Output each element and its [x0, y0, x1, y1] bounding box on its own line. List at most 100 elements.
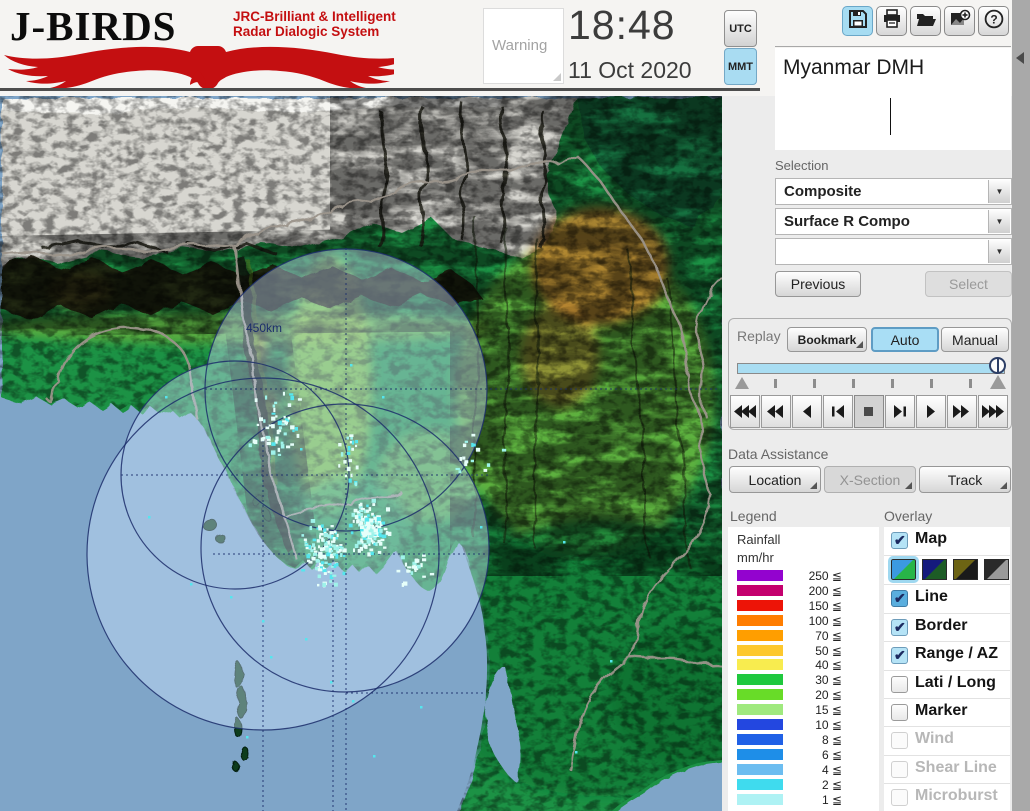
- overlay-label: Overlay: [884, 508, 933, 524]
- warning-label: Warning: [492, 37, 548, 54]
- overlay-item-border: ✔ Border: [884, 612, 1010, 642]
- previous-button[interactable]: Previous: [775, 271, 861, 297]
- open-folder-button[interactable]: [910, 6, 941, 36]
- add-image-button[interactable]: [944, 6, 975, 36]
- site-name: Myanmar DMH: [783, 56, 925, 79]
- product-option-dropdown[interactable]: ▼: [775, 238, 1012, 265]
- check-icon: ✔: [894, 532, 906, 548]
- overlay-item-map: ✔ Map: [884, 527, 1010, 555]
- legend-row: 100 ≦: [728, 614, 879, 629]
- track-button[interactable]: Track: [919, 466, 1011, 493]
- x-section-button[interactable]: X-Section: [824, 466, 916, 493]
- overlay-item-label: Shear Line: [915, 758, 997, 776]
- print-button[interactable]: [876, 6, 907, 36]
- legend-value: 2 ≦: [821, 777, 842, 792]
- product-type-dropdown[interactable]: Composite ▼: [775, 178, 1012, 205]
- slider-end-marker-icon[interactable]: [990, 375, 1006, 389]
- map-style-swatch-2[interactable]: [922, 559, 947, 581]
- slider-start-marker-icon[interactable]: [735, 377, 749, 389]
- menu-corner-icon: [905, 482, 912, 489]
- legend-value: 8 ≦: [821, 732, 842, 747]
- manual-mode-button[interactable]: Manual: [941, 327, 1009, 352]
- map-style-row: [884, 555, 1010, 584]
- help-button[interactable]: ?: [978, 6, 1009, 36]
- legend-color-swatch: [737, 584, 783, 596]
- menu-corner-icon: [1000, 482, 1007, 489]
- slider-tick: [852, 379, 855, 388]
- play-forward-button[interactable]: [916, 395, 946, 428]
- checkbox-border[interactable]: ✔: [891, 618, 908, 636]
- add-image-icon: [949, 9, 971, 34]
- slider-tick: [891, 379, 894, 388]
- overlay-item-lati-long: Lati / Long: [884, 669, 1010, 699]
- legend-value: 6 ≦: [821, 747, 842, 762]
- legend-row: 30 ≦: [728, 673, 879, 688]
- save-icon: [848, 9, 868, 34]
- legend-color-swatch: [737, 629, 783, 641]
- map-style-swatch-4[interactable]: [984, 559, 1009, 581]
- legend-value: 150 ≦: [808, 598, 842, 613]
- map-style-swatch-3[interactable]: [953, 559, 978, 581]
- overlay-item-label: Line: [915, 588, 948, 606]
- legend-color-swatch: [737, 733, 783, 745]
- chevron-down-icon[interactable]: ▼: [988, 180, 1010, 203]
- chevron-down-icon[interactable]: ▼: [988, 210, 1010, 233]
- map-style-swatch-1[interactable]: [888, 556, 919, 584]
- bookmark-button[interactable]: Bookmark: [787, 327, 867, 352]
- range-ring-label: 450km: [246, 321, 282, 335]
- svg-text:?: ?: [990, 12, 997, 26]
- overlay-item-shear-line: Shear Line: [884, 754, 1010, 784]
- resize-grip-icon[interactable]: [553, 73, 561, 81]
- rewind-fast-button[interactable]: [761, 395, 791, 428]
- replay-slider-track[interactable]: [737, 363, 1005, 374]
- step-forward-button[interactable]: [885, 395, 915, 428]
- replay-label: Replay: [737, 328, 781, 344]
- legend-row: 15 ≦: [728, 703, 879, 718]
- dropdown-value: Surface R Compo: [784, 213, 910, 230]
- forward-fast-button[interactable]: [947, 395, 977, 428]
- replay-slider-thumb[interactable]: [989, 357, 1006, 374]
- legend-color-swatch: [737, 763, 783, 775]
- legend-row: 50 ≦: [728, 644, 879, 659]
- play-backward-button[interactable]: [792, 395, 822, 428]
- eagle-logo-icon: [4, 46, 394, 88]
- auto-mode-button[interactable]: Auto: [871, 327, 939, 352]
- warning-box[interactable]: Warning: [483, 8, 564, 84]
- timezone-utc-button[interactable]: UTC: [724, 10, 757, 47]
- legend-value: 15 ≦: [815, 703, 842, 718]
- collapse-panel-icon[interactable]: [1016, 52, 1024, 64]
- legend-color-swatch: [737, 704, 783, 716]
- legend-row: 8 ≦: [728, 733, 879, 748]
- overlay-item-label: Marker: [915, 702, 968, 719]
- forward-fastest-button[interactable]: [978, 395, 1008, 428]
- legend-label: Legend: [730, 508, 777, 524]
- step-backward-button[interactable]: [823, 395, 853, 428]
- location-button[interactable]: Location: [729, 466, 821, 493]
- legend-color-swatch: [737, 793, 783, 805]
- slider-tick: [969, 379, 972, 388]
- select-button[interactable]: Select: [925, 271, 1012, 297]
- checkbox-line[interactable]: ✔: [891, 590, 908, 608]
- legend-value: 1 ≦: [821, 792, 842, 807]
- rewind-fastest-button[interactable]: [730, 395, 760, 428]
- chevron-down-icon[interactable]: ▼: [988, 240, 1010, 263]
- checkbox-range-az[interactable]: ✔: [891, 647, 908, 665]
- save-button[interactable]: [842, 6, 873, 36]
- legend-value: 4 ≦: [821, 762, 842, 777]
- checkbox-marker[interactable]: [891, 704, 908, 721]
- stop-button[interactable]: [854, 395, 884, 428]
- dropdown-value: Composite: [784, 183, 862, 200]
- site-name-box[interactable]: Myanmar DMH: [775, 48, 1011, 150]
- header-divider: [0, 88, 760, 91]
- legend-title: Rainfall: [737, 532, 781, 547]
- product-name-dropdown[interactable]: Surface R Compo ▼: [775, 208, 1012, 235]
- rainfall-legend: Rainfall mm/hr 250 ≦ 200 ≦ 150 ≦ 100 ≦ 70 ≦ 5…: [728, 527, 879, 811]
- checkbox-lati-long[interactable]: [891, 675, 908, 693]
- panel-edge-strip: [1012, 0, 1030, 811]
- legend-value: 30 ≦: [815, 673, 842, 688]
- check-icon: ✔: [894, 618, 906, 635]
- radar-map[interactable]: 450km: [0, 96, 722, 811]
- timezone-mmt-button[interactable]: MMT: [724, 48, 757, 85]
- checkbox-map[interactable]: ✔: [891, 532, 908, 549]
- legend-color-swatch: [737, 748, 783, 760]
